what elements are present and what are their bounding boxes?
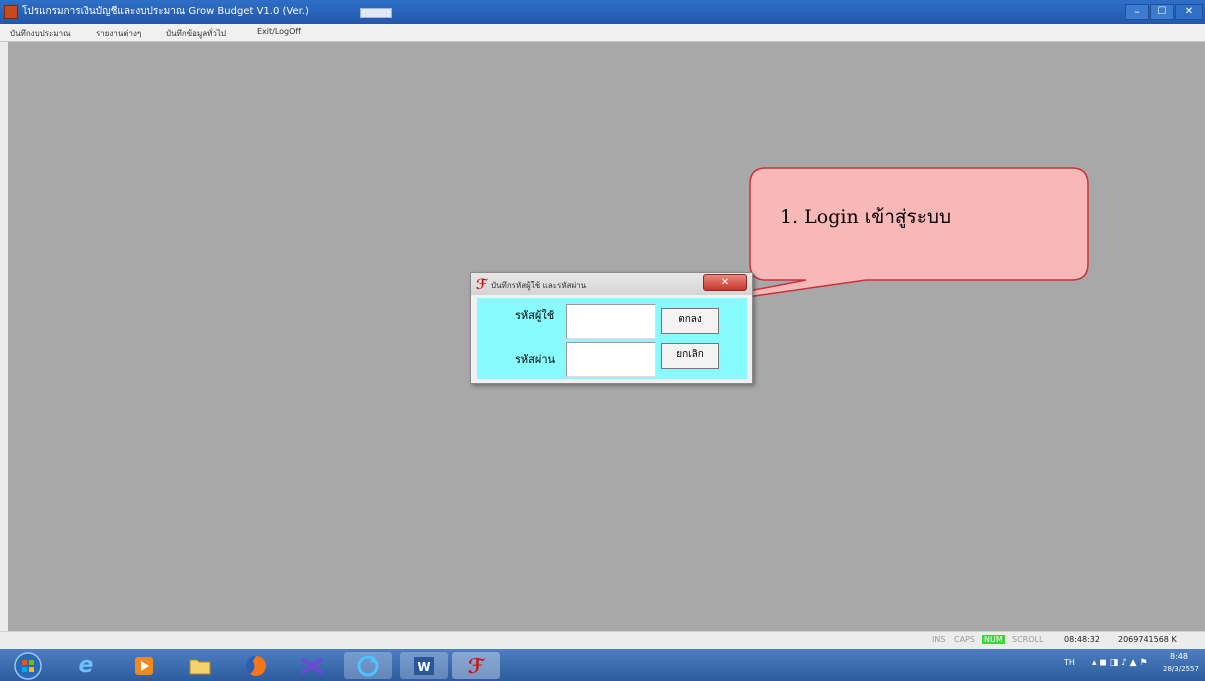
firefox-icon[interactable]	[232, 652, 280, 679]
mail-icon[interactable]	[288, 652, 336, 679]
ie-icon[interactable]: e	[62, 652, 110, 679]
window-title: โปรแกรมการเงินบัญชีและงบประมาณ Grow Budg…	[22, 6, 309, 17]
word-icon[interactable]: W	[400, 652, 448, 679]
status-memory: 2069741568 K	[1118, 635, 1177, 644]
folder-icon[interactable]	[176, 652, 224, 679]
taskbar: e W ℱ TH ▴ ◼ ◨ ♪ ▲ ⚑ 8:48 28/3/2557	[0, 649, 1205, 681]
clock-date[interactable]: 28/3/2557	[1163, 665, 1199, 673]
dialog-title: บันทึกรหัสผู้ใช้ และรหัสผ่าน	[491, 281, 587, 290]
app-icon	[4, 5, 18, 19]
callout-text: 1. Login เข้าสู่ระบบ	[780, 206, 952, 228]
status-bar: INS CAPS NUM SCROLL 08:48:32 2069741568 …	[0, 631, 1205, 649]
ok-button[interactable]: ตกลง	[661, 308, 719, 334]
menu-item-general[interactable]: บันทึกข้อมูลทั่วไป	[166, 27, 226, 40]
username-field[interactable]	[566, 304, 656, 339]
username-label: รหัสผู้ใช้	[515, 309, 555, 322]
close-button[interactable]: ✕	[1175, 4, 1203, 20]
menu-bar: บันทึกงบประมาณ รายงานต่างๆ บันทึกข้อมูลท…	[0, 24, 1205, 42]
dialog-close-button[interactable]: ✕	[703, 274, 747, 291]
app-logo-icon: ℱ	[476, 277, 488, 293]
status-time: 08:48:32	[1064, 635, 1100, 644]
caps-indicator: CAPS	[954, 635, 975, 644]
password-field[interactable]	[566, 342, 656, 377]
dialog-titlebar[interactable]: ℱ บันทึกรหัสผู้ใช้ และรหัสผ่าน ✕	[471, 273, 752, 295]
start-button[interactable]	[4, 651, 52, 680]
media-player-icon[interactable]	[120, 652, 168, 679]
menu-item-exit[interactable]: Exit/LogOff	[257, 27, 301, 36]
workspace-left-edge	[0, 42, 8, 631]
sync-app-icon[interactable]	[344, 652, 392, 679]
menu-item-reports[interactable]: รายงานต่างๆ	[96, 27, 141, 40]
title-tab-indicator	[360, 8, 392, 18]
num-indicator: NUM	[982, 635, 1005, 644]
tray-icons[interactable]: ▴ ◼ ◨ ♪ ▲ ⚑	[1092, 658, 1148, 668]
scroll-indicator: SCROLL	[1012, 635, 1044, 644]
maximize-button[interactable]: ☐	[1150, 4, 1174, 20]
cancel-button[interactable]: ยกเลิก	[661, 343, 719, 369]
language-indicator[interactable]: TH	[1064, 658, 1075, 667]
svg-text:W: W	[417, 660, 430, 674]
dialog-body: รหัสผู้ใช้ ตกลง รหัสผ่าน ยกเลิก	[477, 298, 747, 379]
grow-budget-taskbar-icon[interactable]: ℱ	[452, 652, 500, 679]
window-titlebar[interactable]: โปรแกรมการเงินบัญชีและงบประมาณ Grow Budg…	[0, 0, 1205, 24]
password-label: รหัสผ่าน	[515, 353, 556, 366]
ins-indicator: INS	[932, 635, 946, 644]
login-dialog: ℱ บันทึกรหัสผู้ใช้ และรหัสผ่าน ✕ รหัสผู้…	[470, 272, 753, 384]
clock-time[interactable]: 8:48	[1170, 652, 1188, 661]
minimize-button[interactable]: –	[1125, 4, 1149, 20]
menu-item-budget[interactable]: บันทึกงบประมาณ	[10, 27, 71, 40]
